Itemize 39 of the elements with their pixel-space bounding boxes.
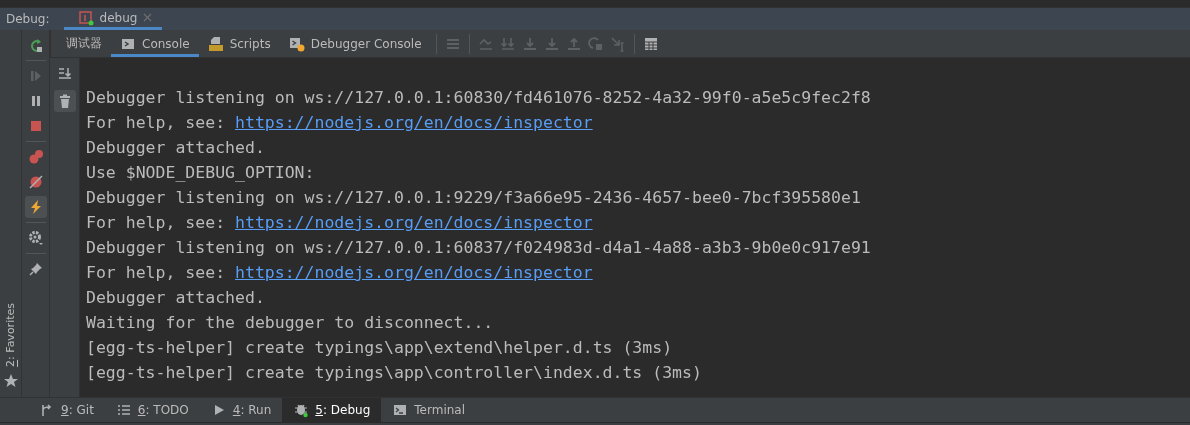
bug-icon: [293, 402, 310, 418]
tool-window-tab[interactable]: 9: Git: [28, 398, 105, 422]
close-icon[interactable]: [143, 13, 153, 22]
panel-title: Debug:: [6, 12, 50, 26]
docs-link[interactable]: https://nodejs.org/en/docs/inspector: [235, 213, 593, 232]
breakpoints-icon[interactable]: [27, 149, 44, 165]
terminal-icon: [392, 402, 409, 418]
settings-icon[interactable]: [27, 230, 44, 246]
table-icon[interactable]: [642, 35, 659, 52]
console-line: Debugger attached.: [86, 287, 266, 309]
js-file-icon: [207, 35, 224, 52]
scroll-to-end-icon[interactable]: [56, 65, 73, 81]
console-tab[interactable]: Debugger Console: [279, 30, 431, 57]
console-line: [egg-ts-helper] create typings\app\controller\index.d.ts (3ms): [86, 362, 703, 384]
console-line: Debugger listening on ws://127.0.0.1:60830/fd461076-8252-4a32-99f0-a5e5c9fec2f8: [86, 87, 872, 109]
docs-link[interactable]: https://nodejs.org/en/docs/inspector: [235, 113, 593, 132]
tool-window-tab[interactable]: Terminal: [381, 398, 476, 422]
console-line: Use $NODE_DEBUG_OPTION:: [86, 162, 316, 184]
console-tab[interactable]: 调试器: [57, 30, 111, 57]
favorites-tab[interactable]: 2: Favorites: [3, 303, 18, 367]
pin-icon[interactable]: [27, 261, 44, 277]
debug-config-icon: [77, 9, 94, 26]
console-line: Waiting for the debugger to disconnect...: [86, 312, 495, 334]
console-line: Debugger attached.: [86, 137, 266, 159]
console-line: For help, see: https://nodejs.org/en/docs/inspector: [86, 262, 594, 284]
tool-window-tab[interactable]: 4: Run: [199, 398, 283, 422]
console-line: Debugger listening on ws://127.0.0.1:9229/f3a66e95-2436-4657-bee0-7bcf395580e1: [86, 187, 862, 209]
console-line: For help, see: https://nodejs.org/en/docs/inspector: [86, 112, 594, 134]
muted-breakpoint-icon[interactable]: [27, 174, 44, 190]
console-line: Debugger listening on ws://127.0.0.1:60837/f024983d-d4a1-4a88-a3b3-9b0e0c917e91: [86, 237, 872, 259]
tool-window-tab[interactable]: 5: Debug: [282, 398, 382, 422]
console-line: [egg-ts-helper] create typings\app\extend\helper.d.ts (3ms): [86, 337, 674, 359]
docs-link[interactable]: https://nodejs.org/en/docs/inspector: [235, 263, 593, 282]
console-tab[interactable]: Scripts: [198, 30, 280, 57]
star-icon: [2, 373, 19, 389]
list-icon: [115, 402, 132, 418]
console-bug-icon: [288, 35, 305, 52]
tool-window-tab[interactable]: 6: TODO: [104, 398, 200, 422]
console-line: For help, see: https://nodejs.org/en/docs/inspector: [86, 212, 594, 234]
